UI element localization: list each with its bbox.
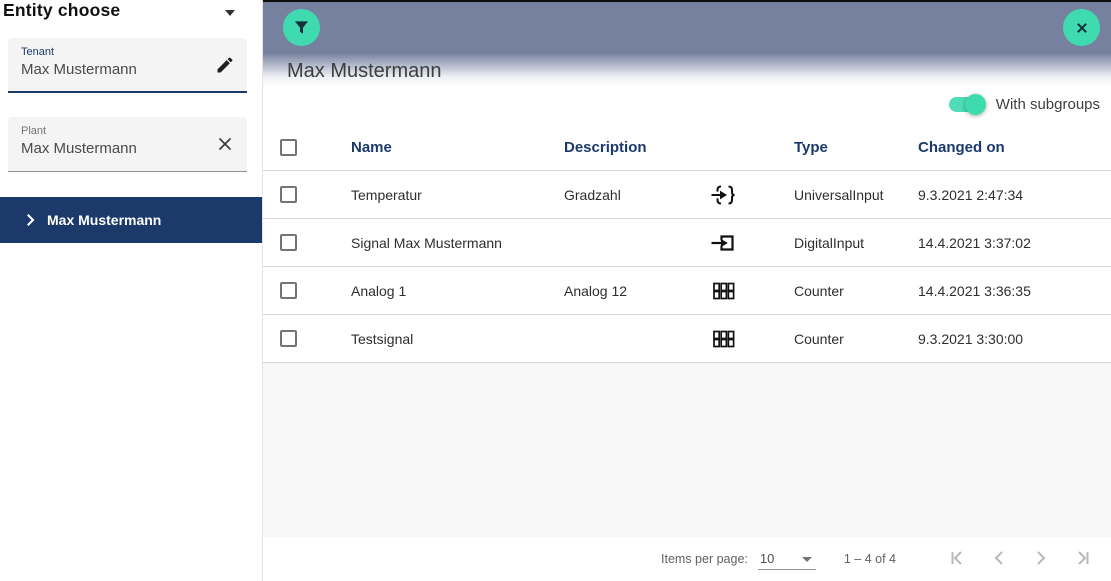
table-empty-area xyxy=(263,363,1111,537)
with-subgroups-label: With subgroups xyxy=(996,96,1100,113)
cell-changed-on: 9.3.2021 2:47:34 xyxy=(918,187,1111,203)
next-page-icon xyxy=(1029,546,1053,570)
universal-input-icon xyxy=(703,183,794,207)
cell-name: Signal Max Mustermann xyxy=(351,235,564,251)
entity-sidebar: Entity choose Tenant Max Mustermann Plan… xyxy=(0,0,262,581)
cell-name: Testsignal xyxy=(351,331,564,347)
sidebar-item-label: Max Mustermann xyxy=(47,212,161,228)
cell-type: Counter xyxy=(794,331,918,347)
row-checkbox[interactable] xyxy=(280,282,297,299)
select-all-checkbox[interactable] xyxy=(280,139,297,156)
first-page-icon xyxy=(945,546,969,570)
plant-field-value: Max Mustermann xyxy=(21,140,235,157)
table-row[interactable]: Signal Max Mustermann DigitalInput 14.4.… xyxy=(263,219,1111,267)
counter-icon xyxy=(703,279,794,303)
row-checkbox[interactable] xyxy=(280,330,297,347)
collapse-caret-icon[interactable] xyxy=(225,10,235,16)
select-caret-icon xyxy=(802,557,812,562)
first-page-button[interactable] xyxy=(944,546,970,572)
counter-icon xyxy=(703,327,794,351)
row-checkbox[interactable] xyxy=(280,234,297,251)
last-page-icon xyxy=(1071,546,1095,570)
last-page-button[interactable] xyxy=(1070,546,1096,572)
tenant-field-value: Max Mustermann xyxy=(21,61,235,78)
funnel-icon xyxy=(291,17,312,38)
items-per-page-value: 10 xyxy=(760,551,774,566)
close-x-icon xyxy=(1072,18,1092,38)
cell-description: Gradzahl xyxy=(564,187,703,203)
column-header-description: Description xyxy=(564,139,703,156)
tenant-field[interactable]: Tenant Max Mustermann xyxy=(8,38,247,93)
entity-choose-header[interactable]: Entity choose xyxy=(3,0,253,26)
column-header-type: Type xyxy=(794,139,918,156)
page-range-label: 1 – 4 of 4 xyxy=(844,552,896,566)
panel-header-bar xyxy=(263,2,1111,53)
clear-x-icon[interactable] xyxy=(215,134,235,154)
with-subgroups-toggle[interactable] xyxy=(948,92,986,116)
items-per-page-select[interactable]: 10 xyxy=(758,548,816,570)
cell-type: UniversalInput xyxy=(794,187,918,203)
column-header-changed-on: Changed on xyxy=(918,139,1111,156)
cell-type: DigitalInput xyxy=(794,235,918,251)
subgroups-toggle-row: With subgroups xyxy=(948,92,1100,116)
table-paginator: Items per page: 10 1 – 4 of 4 xyxy=(263,537,1111,581)
table-row[interactable]: Analog 1 Analog 12 Counter 14.4.2021 3:3… xyxy=(263,267,1111,315)
signals-table: Name Description Type Changed on Tempera… xyxy=(263,124,1111,363)
plant-field-label: Plant xyxy=(21,125,235,137)
cell-changed-on: 14.4.2021 3:36:35 xyxy=(918,283,1111,299)
digital-input-icon xyxy=(703,231,794,255)
previous-page-icon xyxy=(987,546,1011,570)
table-header-row: Name Description Type Changed on xyxy=(263,124,1111,171)
table-row[interactable]: Temperatur Gradzahl UniversalInput 9.3.2… xyxy=(263,171,1111,219)
column-header-name: Name xyxy=(351,139,564,156)
row-checkbox[interactable] xyxy=(280,186,297,203)
cell-changed-on: 14.4.2021 3:37:02 xyxy=(918,235,1111,251)
sidebar-item-max-mustermann[interactable]: Max Mustermann xyxy=(0,197,262,243)
close-button[interactable] xyxy=(1063,9,1100,46)
cell-name: Analog 1 xyxy=(351,283,564,299)
cell-description: Analog 12 xyxy=(564,283,703,299)
cell-name: Temperatur xyxy=(351,187,564,203)
tenant-field-label: Tenant xyxy=(21,46,235,58)
plant-field[interactable]: Plant Max Mustermann xyxy=(8,117,247,172)
signals-overlay-panel: Max Mustermann With subgroups Name Descr… xyxy=(262,0,1111,581)
items-per-page-label: Items per page: xyxy=(661,552,748,566)
previous-page-button[interactable] xyxy=(986,546,1012,572)
page-title: Max Mustermann xyxy=(287,60,442,83)
cell-changed-on: 9.3.2021 3:30:00 xyxy=(918,331,1111,347)
next-page-button[interactable] xyxy=(1028,546,1054,572)
toggle-thumb[interactable] xyxy=(965,94,986,115)
entity-choose-title: Entity choose xyxy=(3,0,120,20)
filter-button[interactable] xyxy=(283,9,320,46)
chevron-right-icon[interactable] xyxy=(21,211,39,229)
table-row[interactable]: Testsignal Counter 9.3.2021 3:30:00 xyxy=(263,315,1111,363)
cell-type: Counter xyxy=(794,283,918,299)
edit-pencil-icon[interactable] xyxy=(215,55,235,75)
